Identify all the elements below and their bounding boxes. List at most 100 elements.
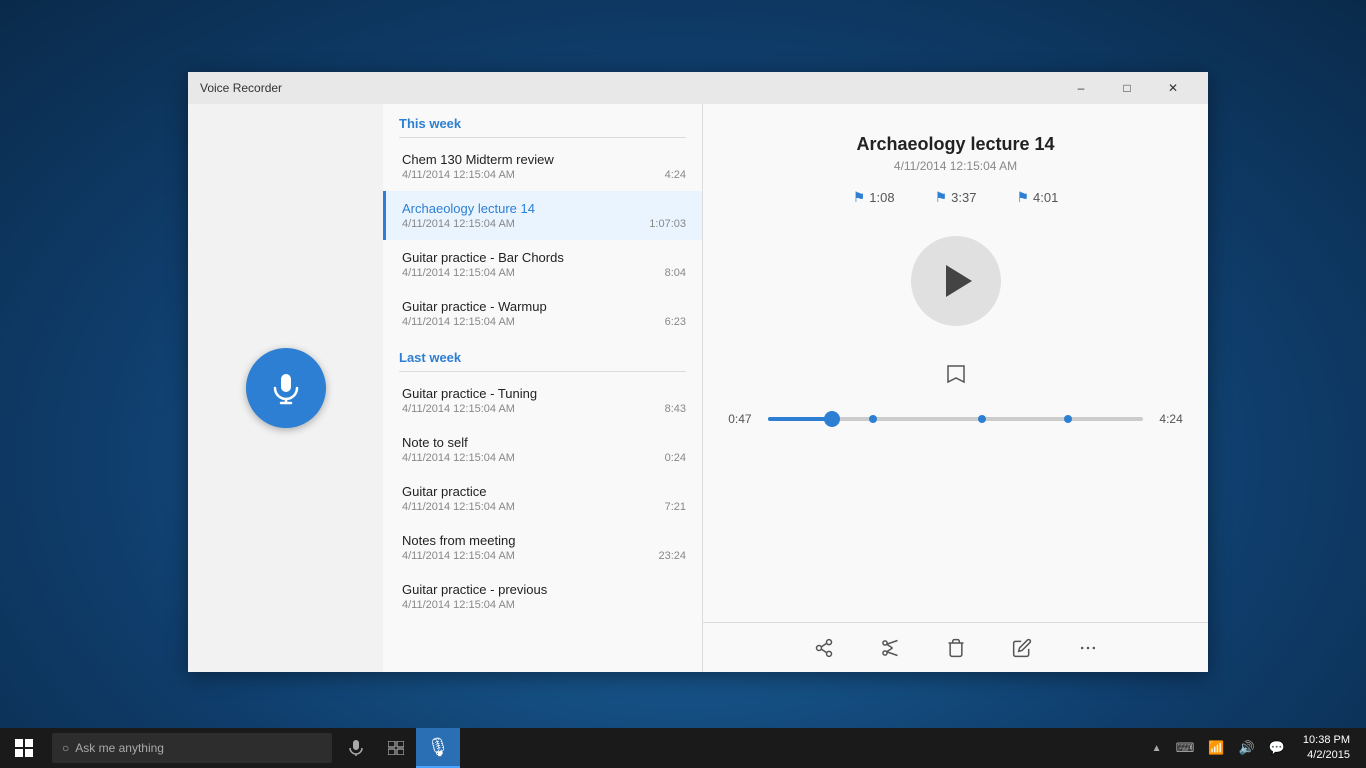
- recording-item-guitar-practice[interactable]: Guitar practice 4/11/2014 12:15:04 AM 7:…: [383, 474, 702, 523]
- player-title: Archaeology lecture 14: [856, 134, 1054, 155]
- player-panel: Archaeology lecture 14 4/11/2014 12:15:0…: [703, 104, 1208, 672]
- item-meta: 4/11/2014 12:15:04 AM 6:23: [402, 316, 686, 328]
- trim-button[interactable]: [872, 630, 908, 666]
- record-button[interactable]: [246, 348, 326, 428]
- item-meta: 4/11/2014 12:15:04 AM 1:07:03: [402, 218, 686, 230]
- clock-time: 10:38 PM: [1303, 733, 1350, 748]
- share-button[interactable]: [806, 630, 842, 666]
- player-date: 4/11/2014 12:15:04 AM: [894, 159, 1017, 173]
- marker-dot-1: [869, 415, 877, 423]
- more-button[interactable]: [1070, 630, 1106, 666]
- item-duration: 8:04: [665, 267, 686, 279]
- microphone-icon: 🎙: [427, 737, 450, 758]
- item-title: Guitar practice - previous: [402, 582, 686, 597]
- rename-button[interactable]: [1004, 630, 1040, 666]
- task-view-button[interactable]: [376, 728, 416, 768]
- keyboard-icon: ⌨: [1172, 740, 1199, 756]
- recording-item-warmup[interactable]: Guitar practice - Warmup 4/11/2014 12:15…: [383, 289, 702, 338]
- section-divider-1: [399, 137, 686, 138]
- recording-item-previous[interactable]: Guitar practice - previous 4/11/2014 12:…: [383, 572, 702, 621]
- marker-2[interactable]: ⚑ 3:37: [935, 189, 977, 206]
- item-date: 4/11/2014 12:15:04 AM: [402, 452, 515, 464]
- flag-icon-1: ⚑: [853, 189, 866, 206]
- item-date: 4/11/2014 12:15:04 AM: [402, 267, 515, 279]
- section-divider-2: [399, 371, 686, 372]
- minimize-button[interactable]: –: [1058, 72, 1104, 104]
- notification-icon: 💬: [1265, 740, 1289, 756]
- sidebar: [188, 104, 383, 672]
- network-icon: 📶: [1204, 740, 1228, 756]
- recording-item-chem[interactable]: Chem 130 Midterm review 4/11/2014 12:15:…: [383, 142, 702, 191]
- item-date: 4/11/2014 12:15:04 AM: [402, 501, 515, 513]
- item-title: Archaeology lecture 14: [402, 201, 686, 216]
- item-meta: 4/11/2014 12:15:04 AM: [402, 599, 686, 611]
- marker-dot-2: [978, 415, 986, 423]
- section-header-this-week: This week: [383, 104, 702, 137]
- app-window: Voice Recorder – □ ✕ This week Che: [188, 72, 1208, 672]
- recording-item-bar-chords[interactable]: Guitar practice - Bar Chords 4/11/2014 1…: [383, 240, 702, 289]
- search-placeholder: Ask me anything: [75, 741, 164, 755]
- item-title: Guitar practice - Warmup: [402, 299, 686, 314]
- recording-item-meeting[interactable]: Notes from meeting 4/11/2014 12:15:04 AM…: [383, 523, 702, 572]
- delete-button[interactable]: [938, 630, 974, 666]
- item-title: Notes from meeting: [402, 533, 686, 548]
- recording-item-archaeology[interactable]: Archaeology lecture 14 4/11/2014 12:15:0…: [383, 191, 702, 240]
- marker-3[interactable]: ⚑ 4:01: [1016, 189, 1058, 206]
- markers-row: ⚑ 1:08 ⚑ 3:37 ⚑ 4:01: [853, 189, 1059, 206]
- taskbar-mic-button[interactable]: [336, 728, 376, 768]
- add-marker-button[interactable]: [938, 356, 974, 392]
- window-controls: – □ ✕: [1058, 72, 1196, 104]
- item-duration: 0:24: [665, 452, 686, 464]
- item-meta: 4/11/2014 12:15:04 AM 23:24: [402, 550, 686, 562]
- item-meta: 4/11/2014 12:15:04 AM 0:24: [402, 452, 686, 464]
- progress-thumb[interactable]: [824, 411, 840, 427]
- item-date: 4/11/2014 12:15:04 AM: [402, 169, 515, 181]
- item-date: 4/11/2014 12:15:04 AM: [402, 316, 515, 328]
- taskbar-clock[interactable]: 10:38 PM 4/2/2015: [1295, 728, 1358, 768]
- flag-icon-2: ⚑: [935, 189, 948, 206]
- recording-item-note-to-self[interactable]: Note to self 4/11/2014 12:15:04 AM 0:24: [383, 425, 702, 474]
- progress-bar[interactable]: [768, 417, 1143, 421]
- system-tray-expand[interactable]: ▲: [1148, 743, 1166, 754]
- item-meta: 4/11/2014 12:15:04 AM 8:04: [402, 267, 686, 279]
- play-icon: [946, 265, 972, 297]
- taskbar-right: ▲ ⌨ 📶 🔊 💬 10:38 PM 4/2/2015: [1148, 728, 1366, 768]
- taskbar-search[interactable]: ○ Ask me anything: [52, 733, 332, 763]
- item-meta: 4/11/2014 12:15:04 AM 4:24: [402, 169, 686, 181]
- item-title: Note to self: [402, 435, 686, 450]
- player-toolbar: [703, 622, 1208, 672]
- marker-time-3: 4:01: [1033, 190, 1058, 205]
- window-title: Voice Recorder: [200, 81, 1058, 95]
- close-button[interactable]: ✕: [1150, 72, 1196, 104]
- item-duration: 7:21: [665, 501, 686, 513]
- volume-icon: 🔊: [1235, 740, 1259, 756]
- item-duration: 4:24: [665, 169, 686, 181]
- taskbar: ○ Ask me anything 🎙 ▲ ⌨ 📶 🔊 💬 10:38 PM 4…: [0, 728, 1366, 768]
- play-button[interactable]: [911, 236, 1001, 326]
- total-time: 4:24: [1153, 412, 1183, 426]
- progress-fill: [768, 417, 832, 421]
- item-date: 4/11/2014 12:15:04 AM: [402, 218, 515, 230]
- maximize-button[interactable]: □: [1104, 72, 1150, 104]
- item-title: Guitar practice: [402, 484, 686, 499]
- current-time: 0:47: [728, 412, 758, 426]
- marker-1[interactable]: ⚑ 1:08: [853, 189, 895, 206]
- app-content: This week Chem 130 Midterm review 4/11/2…: [188, 104, 1208, 672]
- clock-date: 4/2/2015: [1307, 748, 1350, 763]
- start-button[interactable]: [0, 728, 48, 768]
- marker-dot-3: [1064, 415, 1072, 423]
- item-date: 4/11/2014 12:15:04 AM: [402, 403, 515, 415]
- taskbar-app-voice-recorder[interactable]: 🎙: [416, 728, 460, 768]
- item-date: 4/11/2014 12:15:04 AM: [402, 550, 515, 562]
- marker-time-2: 3:37: [951, 190, 976, 205]
- marker-time-1: 1:08: [869, 190, 894, 205]
- item-duration: 23:24: [658, 550, 686, 562]
- item-title: Guitar practice - Tuning: [402, 386, 686, 401]
- recording-list: This week Chem 130 Midterm review 4/11/2…: [383, 104, 703, 672]
- item-title: Guitar practice - Bar Chords: [402, 250, 686, 265]
- item-duration: 6:23: [665, 316, 686, 328]
- title-bar: Voice Recorder – □ ✕: [188, 72, 1208, 104]
- progress-container: 0:47 4:24: [728, 412, 1183, 426]
- item-date: 4/11/2014 12:15:04 AM: [402, 599, 515, 611]
- recording-item-tuning[interactable]: Guitar practice - Tuning 4/11/2014 12:15…: [383, 376, 702, 425]
